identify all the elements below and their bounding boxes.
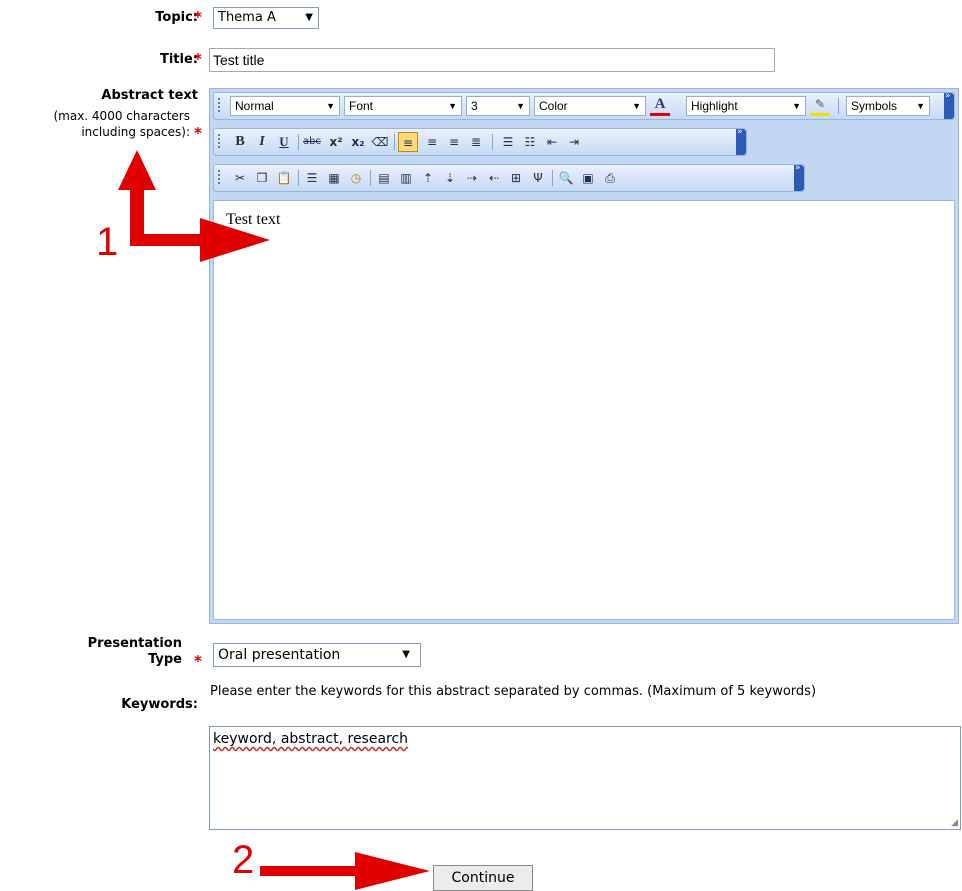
- annotation-arrows-1: [118, 150, 270, 262]
- strikethrough-icon[interactable]: abc: [302, 132, 322, 152]
- italic-icon[interactable]: I: [252, 132, 272, 152]
- presentation-type-value: Oral presentation: [218, 647, 341, 663]
- abstract-hint: (max. 4000 characters including spaces):: [53, 108, 190, 140]
- annotation-arrow-2: [260, 852, 430, 890]
- size-select[interactable]: 3 ▼: [466, 96, 530, 116]
- font-select-value: Font: [349, 99, 374, 113]
- delete-column-icon[interactable]: ⇠: [484, 168, 504, 188]
- horizontal-rule-icon[interactable]: ☰: [302, 168, 322, 188]
- title-label: Title:: [159, 52, 198, 67]
- subscript-icon[interactable]: x₂: [348, 132, 368, 152]
- toolbar-separator: [298, 134, 299, 150]
- toolbar-separator: [492, 134, 493, 150]
- print-icon[interactable]: ⎙: [600, 168, 620, 188]
- keywords-help: Please enter the keywords for this abstr…: [210, 684, 817, 699]
- presentation-type-select[interactable]: Oral presentation ▼: [213, 643, 421, 667]
- chevron-down-icon: ▼: [792, 101, 801, 111]
- split-cells-icon[interactable]: Ψ: [528, 168, 548, 188]
- color-select[interactable]: Color ▼: [534, 96, 646, 116]
- abstract-hint-line1: (max. 4000 characters: [53, 109, 190, 123]
- toolbar-separator: [370, 170, 371, 186]
- editor-toolbar-row-1: Normal ▼ Font ▼ 3 ▼ Color ▼ A Highlight ▼ ✎ S…: [213, 91, 955, 120]
- abstract-editor-content[interactable]: Test text: [213, 200, 955, 620]
- underline-icon[interactable]: U: [274, 132, 294, 152]
- align-right-icon[interactable]: ≡: [444, 132, 464, 152]
- toolbar-separator: [838, 98, 839, 114]
- font-select[interactable]: Font ▼: [344, 96, 462, 116]
- title-input[interactable]: [209, 48, 775, 72]
- chevron-down-icon: ▼: [448, 101, 457, 111]
- toolbar-separator: [552, 170, 553, 186]
- indent-icon[interactable]: ⇥: [564, 132, 584, 152]
- required-marker: *: [194, 652, 202, 670]
- color-select-value: Color: [539, 99, 568, 113]
- outdent-icon[interactable]: ⇤: [542, 132, 562, 152]
- required-marker: *: [194, 50, 202, 68]
- keywords-value: keyword, abstract, research: [213, 731, 409, 747]
- toolbar-grip[interactable]: [218, 134, 220, 150]
- editor-toolbar-row-2: B I U abc x² x₂ ⌫ ≡ ≡ ≡ ≣ ☰ ☷ ⇤ ⇥: [213, 127, 747, 156]
- time-icon[interactable]: ◷: [346, 168, 366, 188]
- chevron-down-icon: ▼: [916, 101, 925, 111]
- superscript-icon[interactable]: x²: [326, 132, 346, 152]
- fullscreen-icon[interactable]: ▣: [578, 168, 598, 188]
- keywords-textarea[interactable]: keyword, abstract, research ◢: [209, 726, 961, 830]
- presentation-type-label: Presentation Type: [88, 636, 182, 668]
- required-marker: *: [194, 124, 202, 142]
- date-icon[interactable]: ▦: [324, 168, 344, 188]
- font-color-icon[interactable]: A: [650, 96, 670, 116]
- table-properties-icon[interactable]: ▥: [396, 168, 416, 188]
- format-select-value: Normal: [235, 99, 274, 113]
- topic-select-value: Thema A: [218, 10, 276, 25]
- toolbar-overflow-icon[interactable]: [736, 127, 746, 155]
- presentation-type-label-line2: Type: [148, 652, 182, 667]
- size-select-value: 3: [471, 99, 478, 113]
- abstract-label: Abstract text: [101, 88, 198, 103]
- highlighter-pen-icon[interactable]: ✎: [810, 96, 830, 116]
- chevron-down-icon: ▼: [326, 101, 335, 111]
- rich-text-editor: Normal ▼ Font ▼ 3 ▼ Color ▼ A Highlight ▼ ✎ S…: [209, 88, 959, 624]
- numbered-list-icon[interactable]: ☷: [520, 132, 540, 152]
- align-left-icon[interactable]: ≡: [398, 132, 418, 152]
- toolbar-separator: [298, 170, 299, 186]
- keywords-label: Keywords:: [121, 697, 198, 712]
- topic-label: Topic:: [155, 10, 198, 25]
- presentation-type-label-line1: Presentation: [87, 636, 182, 651]
- toolbar-overflow-icon[interactable]: [794, 163, 804, 191]
- insert-row-icon[interactable]: ⇡: [418, 168, 438, 188]
- highlight-select[interactable]: Highlight ▼: [686, 96, 806, 116]
- merge-cells-icon[interactable]: ⊞: [506, 168, 526, 188]
- chevron-down-icon: ▼: [402, 649, 410, 660]
- highlight-select-value: Highlight: [691, 99, 738, 113]
- annotation-marker-2: 2: [232, 838, 255, 882]
- chevron-down-icon: ▼: [305, 12, 313, 23]
- format-select[interactable]: Normal ▼: [230, 96, 340, 116]
- chevron-down-icon: ▼: [516, 101, 525, 111]
- editor-toolbar-row-3: ✂ ❐ 📋 ☰ ▦ ◷ ▤ ▥ ⇡ ⇣ ⇢ ⇠ ⊞ Ψ 🔍 ▣ ⎙: [213, 163, 805, 192]
- chevron-down-icon: ▼: [632, 101, 641, 111]
- topic-select[interactable]: Thema A ▼: [213, 7, 319, 29]
- align-center-icon[interactable]: ≡: [422, 132, 442, 152]
- abstract-hint-line2: including spaces):: [81, 125, 190, 139]
- symbols-select[interactable]: Symbols ▼: [846, 96, 930, 116]
- align-justify-icon[interactable]: ≣: [466, 132, 486, 152]
- preview-icon[interactable]: 🔍: [556, 168, 576, 188]
- insert-column-icon[interactable]: ⇢: [462, 168, 482, 188]
- continue-button[interactable]: Continue: [433, 865, 533, 891]
- delete-row-icon[interactable]: ⇣: [440, 168, 460, 188]
- resize-handle-icon[interactable]: ◢: [951, 818, 958, 828]
- toolbar-separator: [394, 134, 395, 150]
- eraser-icon[interactable]: ⌫: [370, 132, 390, 152]
- bold-icon[interactable]: B: [230, 132, 250, 152]
- bulleted-list-icon[interactable]: ☰: [498, 132, 518, 152]
- toolbar-overflow-icon[interactable]: [944, 91, 954, 119]
- required-marker: *: [194, 8, 202, 26]
- toolbar-grip[interactable]: [218, 98, 220, 114]
- symbols-select-value: Symbols: [851, 99, 898, 113]
- insert-table-icon[interactable]: ▤: [374, 168, 394, 188]
